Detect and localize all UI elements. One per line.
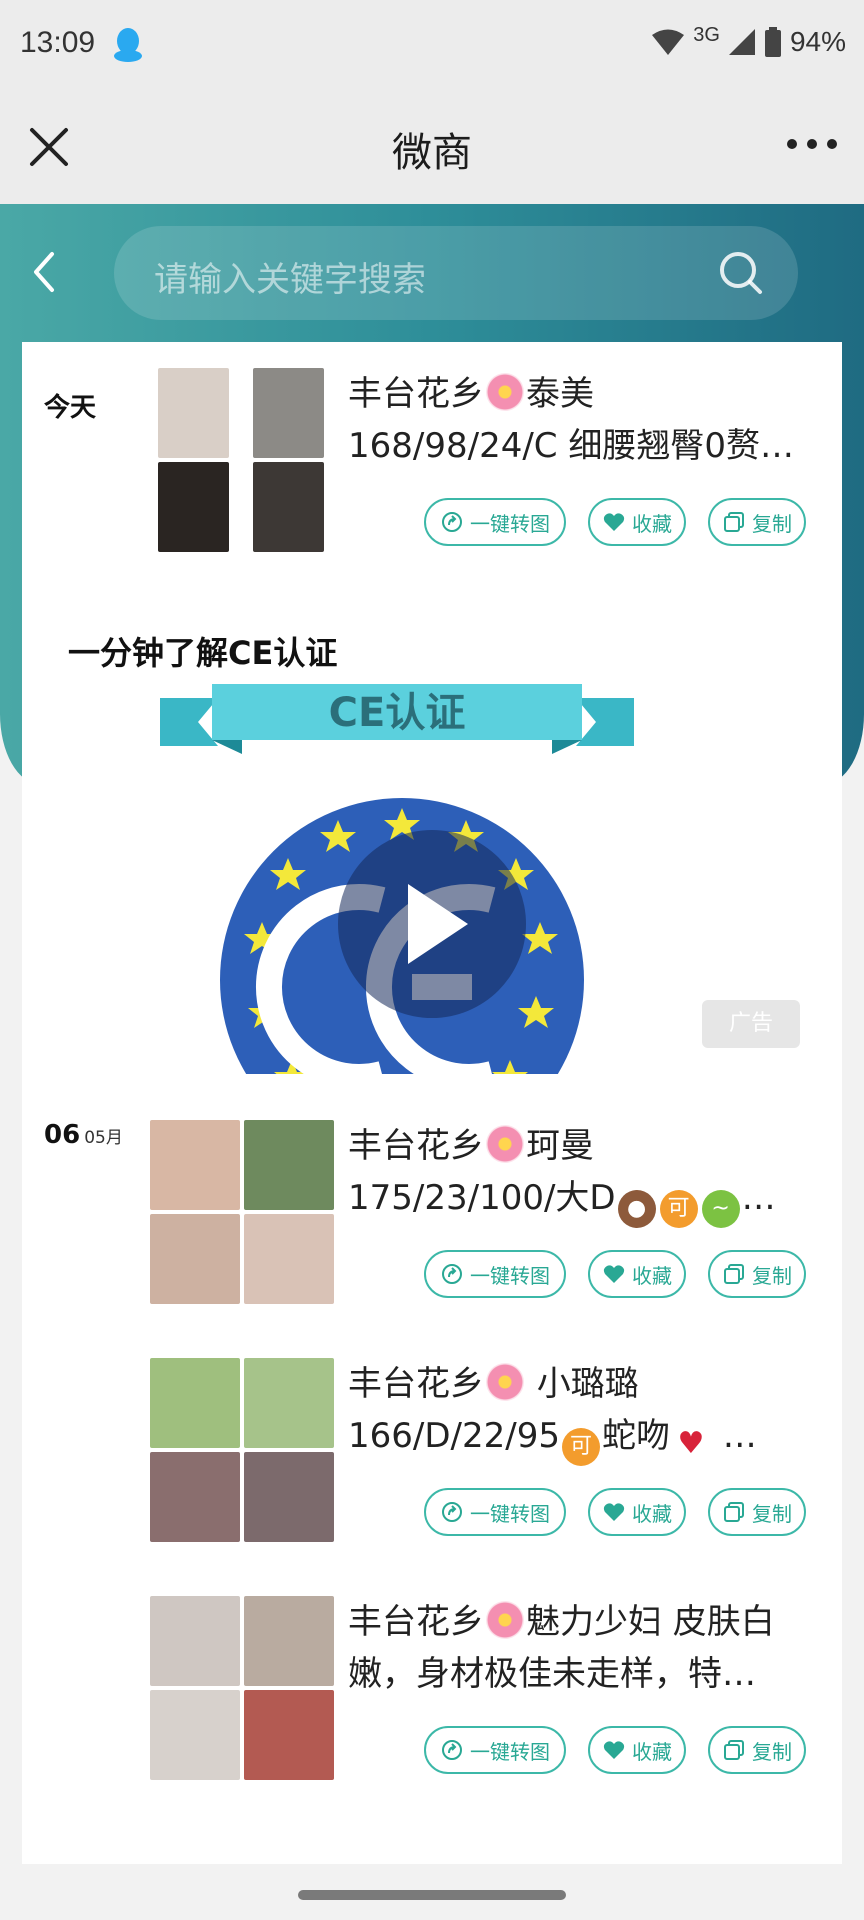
thumbnail bbox=[244, 1120, 334, 1210]
item-title: 丰台花乡 珂曼 bbox=[348, 1125, 594, 1166]
item-description: 175/23/100/大D ● 可 ~… bbox=[348, 1172, 818, 1228]
thumbnail-grid[interactable] bbox=[150, 1358, 334, 1542]
action-row: 一键转图 收藏 复制 bbox=[424, 1726, 806, 1774]
ad-banner-text: CE认证 bbox=[329, 690, 466, 736]
status-bar: 13:09 3G 94% bbox=[0, 0, 864, 92]
share-image-button[interactable]: 一键转图 bbox=[424, 1250, 566, 1298]
favorite-button[interactable]: 收藏 bbox=[588, 1726, 686, 1774]
list-item[interactable]: 丰台花乡 小璐璐 166/D/22/95 可蛇吻 ♥ … 一键转图 收藏 复制 bbox=[22, 1358, 842, 1578]
date-label: 06 05月 bbox=[44, 1120, 123, 1150]
ad-video[interactable]: CE认证 广告 bbox=[22, 670, 842, 1074]
ke-badge-icon: 可 bbox=[561, 1428, 600, 1466]
thumbnail bbox=[150, 1214, 240, 1304]
thumbnail bbox=[150, 1120, 240, 1210]
search-icon[interactable] bbox=[718, 250, 764, 296]
thumbnail bbox=[158, 462, 229, 552]
action-row: 一键转图 收藏 复制 bbox=[424, 1250, 806, 1298]
status-time: 13:09 bbox=[20, 26, 96, 59]
bear-icon: ● bbox=[617, 1190, 656, 1228]
item-text[interactable]: 丰台花乡 魅力少妇 皮肤白 嫩，身材极佳未走样，特… bbox=[348, 1596, 818, 1700]
copy-button[interactable]: 复制 bbox=[708, 1250, 806, 1298]
item-text[interactable]: 丰台花乡 小璐璐 166/D/22/95 可蛇吻 ♥ … bbox=[348, 1358, 818, 1466]
share-image-button[interactable]: 一键转图 bbox=[424, 498, 566, 546]
signal-icon bbox=[728, 29, 755, 55]
thumbnail bbox=[244, 1214, 334, 1304]
qq-icon bbox=[114, 28, 142, 62]
status-indicators: 3G 94% bbox=[651, 23, 846, 58]
snake-icon: ~ bbox=[701, 1190, 740, 1228]
list-item[interactable]: 06 05月 丰台花乡 珂曼 175/23/100/大D ● 可 ~… 一键转图 收藏 复… bbox=[22, 1120, 842, 1340]
item-description: 嫩，身材极佳未走样，特… bbox=[348, 1654, 756, 1694]
thumbnail bbox=[244, 1596, 334, 1686]
action-row: 一键转图 收藏 复制 bbox=[424, 498, 806, 546]
list-item[interactable]: 丰台花乡 魅力少妇 皮肤白 嫩，身材极佳未走样，特… 一键转图 收藏 复制 bbox=[22, 1596, 842, 1816]
thumbnail bbox=[253, 368, 324, 458]
copy-icon bbox=[724, 1502, 744, 1522]
thumbnail bbox=[150, 1690, 240, 1780]
battery-icon bbox=[764, 27, 781, 57]
more-icon[interactable] bbox=[786, 132, 838, 156]
thumbnail-grid[interactable] bbox=[158, 368, 324, 552]
item-title: 丰台花乡 小璐璐 bbox=[348, 1363, 639, 1404]
page-title: 微商 bbox=[392, 130, 472, 176]
heart-icon bbox=[603, 1741, 625, 1759]
item-description: 168/98/24/C 细腰翘臀0赘… bbox=[348, 426, 794, 466]
favorite-button[interactable]: 收藏 bbox=[588, 498, 686, 546]
copy-icon bbox=[724, 1740, 744, 1760]
thumbnail bbox=[150, 1596, 240, 1686]
share-icon bbox=[442, 1264, 462, 1284]
ad-title[interactable]: 一分钟了解CE认证 bbox=[68, 628, 337, 674]
item-description: 166/D/22/95 可蛇吻 ♥ … bbox=[348, 1410, 818, 1466]
copy-icon bbox=[724, 1264, 744, 1284]
wifi-icon bbox=[652, 29, 685, 55]
item-text[interactable]: 丰台花乡 珂曼 175/23/100/大D ● 可 ~… bbox=[348, 1120, 818, 1228]
battery-level: 94% bbox=[789, 26, 846, 57]
heart-icon bbox=[603, 1503, 625, 1521]
cherry-blossom-icon bbox=[486, 1601, 524, 1639]
back-icon[interactable] bbox=[28, 250, 60, 294]
lips-icon: ♥ bbox=[677, 1426, 705, 1461]
copy-button[interactable]: 复制 bbox=[708, 498, 806, 546]
cherry-blossom-icon bbox=[486, 373, 524, 411]
ad-badge: 广告 bbox=[702, 1000, 800, 1048]
item-text[interactable]: 丰台花乡 泰美 168/98/24/C 细腰翘臀0赘… bbox=[348, 368, 818, 472]
favorite-button[interactable]: 收藏 bbox=[588, 1250, 686, 1298]
date-label: 今天 bbox=[44, 393, 97, 423]
search-input[interactable]: 请输入关键字搜索 bbox=[114, 226, 798, 320]
favorite-button[interactable]: 收藏 bbox=[588, 1488, 686, 1536]
thumbnail bbox=[150, 1358, 240, 1448]
thumbnail bbox=[244, 1358, 334, 1448]
copy-button[interactable]: 复制 bbox=[708, 1726, 806, 1774]
copy-icon bbox=[724, 512, 744, 532]
heart-icon bbox=[603, 513, 625, 531]
share-icon bbox=[442, 1502, 462, 1522]
item-title: 丰台花乡 泰美 bbox=[348, 373, 594, 414]
item-title: 丰台花乡 魅力少妇 皮肤白 bbox=[348, 1601, 775, 1642]
share-image-button[interactable]: 一键转图 bbox=[424, 1726, 566, 1774]
home-indicator[interactable] bbox=[298, 1890, 566, 1900]
ke-badge-icon: 可 bbox=[659, 1190, 698, 1228]
copy-button[interactable]: 复制 bbox=[708, 1488, 806, 1536]
action-row: 一键转图 收藏 复制 bbox=[424, 1488, 806, 1536]
thumbnail-grid[interactable] bbox=[150, 1596, 334, 1780]
share-image-button[interactable]: 一键转图 bbox=[424, 1488, 566, 1536]
heart-icon bbox=[603, 1265, 625, 1283]
title-bar: 微商 bbox=[0, 92, 864, 204]
list-item[interactable]: 今天 丰台花乡 泰美 168/98/24/C 细腰翘臀0赘… 一键转图 收藏 复制 bbox=[22, 342, 842, 572]
cherry-blossom-icon bbox=[486, 1363, 524, 1401]
thumbnail bbox=[244, 1690, 334, 1780]
share-icon bbox=[442, 512, 462, 532]
thumbnail bbox=[253, 462, 324, 552]
thumbnail bbox=[150, 1452, 240, 1542]
thumbnail-grid[interactable] bbox=[150, 1120, 334, 1304]
content-card: 今天 丰台花乡 泰美 168/98/24/C 细腰翘臀0赘… 一键转图 收藏 复制 bbox=[22, 342, 842, 1864]
cherry-blossom-icon bbox=[486, 1125, 524, 1163]
network-type: 3G bbox=[693, 23, 720, 46]
search-placeholder: 请输入关键字搜索 bbox=[154, 260, 426, 300]
share-icon bbox=[442, 1740, 462, 1760]
thumbnail bbox=[244, 1452, 334, 1542]
thumbnail bbox=[158, 368, 229, 458]
